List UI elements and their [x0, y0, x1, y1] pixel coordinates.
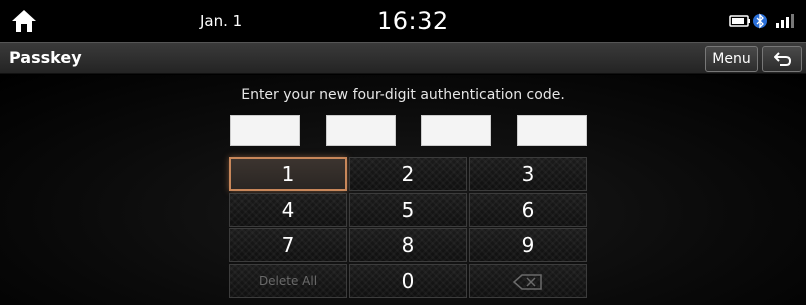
key-3[interactable]: 3: [469, 157, 587, 191]
signal-icon: [776, 14, 794, 28]
clock-display: 16:32: [377, 7, 449, 35]
backspace-button[interactable]: [469, 264, 587, 298]
code-digit-box-4[interactable]: [517, 115, 587, 146]
title-bar: Passkey Menu: [0, 42, 806, 74]
back-button[interactable]: [762, 46, 802, 72]
key-9[interactable]: 9: [469, 228, 587, 262]
backspace-icon: [512, 274, 542, 290]
passkey-panel: Enter your new four-digit authentication…: [0, 75, 806, 305]
key-5[interactable]: 5: [349, 193, 467, 227]
key-1[interactable]: 1: [229, 157, 347, 191]
date-display: Jan. 1: [200, 12, 243, 30]
status-bar: Jan. 1 16:32: [0, 0, 806, 42]
menu-button[interactable]: Menu: [705, 46, 758, 72]
code-digit-box-3[interactable]: [421, 115, 491, 146]
delete-all-button[interactable]: Delete All: [229, 264, 347, 298]
back-arrow-icon: [774, 52, 792, 66]
key-6[interactable]: 6: [469, 193, 587, 227]
key-7[interactable]: 7: [229, 228, 347, 262]
battery-icon: [729, 15, 750, 27]
instruction-text: Enter your new four-digit authentication…: [241, 87, 565, 103]
key-0[interactable]: 0: [349, 264, 467, 298]
status-icons: [729, 13, 794, 29]
code-digit-box-2[interactable]: [326, 115, 396, 146]
home-icon[interactable]: [11, 9, 37, 33]
code-digit-box-1[interactable]: [230, 115, 300, 146]
page-title: Passkey: [9, 48, 82, 67]
key-4[interactable]: 4: [229, 193, 347, 227]
key-8[interactable]: 8: [349, 228, 467, 262]
key-2[interactable]: 2: [349, 157, 467, 191]
bluetooth-icon: [753, 13, 767, 29]
